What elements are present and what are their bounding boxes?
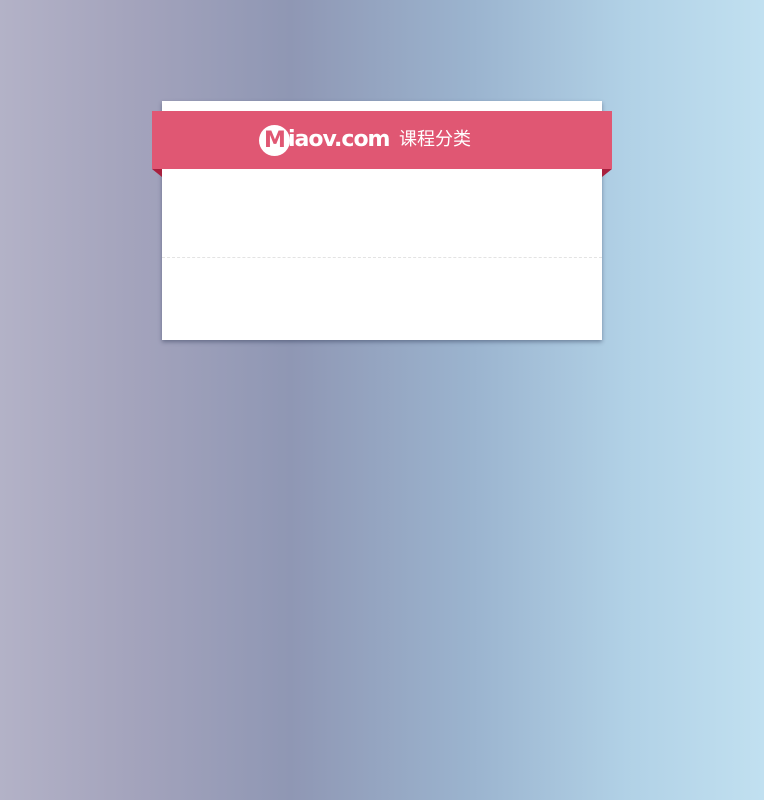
header-ribbon: M iaov.com 课程分类 bbox=[152, 111, 612, 169]
logo-circle-icon: M bbox=[259, 124, 290, 156]
ribbon-fold-left bbox=[152, 169, 162, 177]
dashed-divider bbox=[162, 257, 602, 258]
page-title: 课程分类 bbox=[399, 129, 471, 150]
ribbon-fold-right bbox=[602, 169, 612, 177]
logo-text: iaov.com bbox=[288, 127, 390, 152]
miaov-logo[interactable]: M iaov.com bbox=[259, 124, 390, 156]
